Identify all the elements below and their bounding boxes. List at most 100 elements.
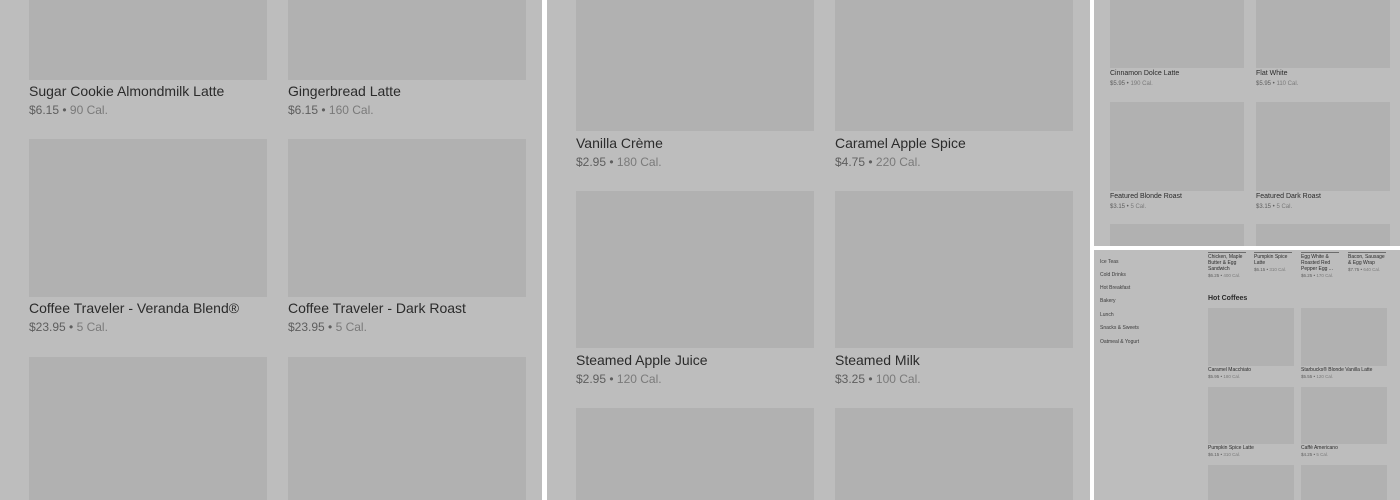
product-price: $23.95 bbox=[288, 320, 325, 334]
product-price-calories: $23.95 • 5 Cal. bbox=[29, 320, 108, 334]
product-price-calories: $6.15 • 160 Cal. bbox=[288, 103, 374, 117]
product-price: $2.95 bbox=[576, 155, 607, 169]
product-image[interactable] bbox=[29, 0, 267, 80]
sidebar-item-bakery[interactable]: Bakery bbox=[1100, 298, 1116, 304]
product-name[interactable]: Egg White & Roasted Red Pepper Egg ... bbox=[1301, 254, 1341, 272]
product-calories: 220 Cal. bbox=[875, 155, 921, 169]
product-calories: 110 Cal. bbox=[1276, 81, 1299, 87]
product-calories: 100 Cal. bbox=[875, 372, 921, 386]
item-divider bbox=[1301, 252, 1339, 253]
product-calories: 5 Cal. bbox=[76, 320, 108, 334]
menu-panel-seasonal: Sugar Cookie Almondmilk Latte $6.15 • 90… bbox=[0, 0, 542, 500]
product-image[interactable] bbox=[288, 0, 526, 80]
menu-panel-hot-drinks: Vanilla Crème $2.95 • 180 Cal. Caramel A… bbox=[547, 0, 1090, 500]
sidebar-item-lunch[interactable]: Lunch bbox=[1100, 312, 1114, 318]
product-name[interactable]: Steamed Apple Juice bbox=[576, 352, 708, 368]
product-image[interactable] bbox=[288, 357, 526, 500]
product-image[interactable] bbox=[1110, 224, 1244, 246]
product-price: $6.15 bbox=[288, 103, 319, 117]
product-price-calories: $23.95 • 5 Cal. bbox=[288, 320, 367, 334]
product-price-calories: $2.95 • 180 Cal. bbox=[576, 155, 662, 169]
product-name[interactable]: Flat White bbox=[1256, 70, 1288, 77]
product-name[interactable]: Vanilla Crème bbox=[576, 135, 663, 151]
product-image[interactable] bbox=[1301, 465, 1387, 500]
product-price-calories: $6.25 • 400 Cal. bbox=[1208, 273, 1241, 278]
product-name[interactable]: Chicken, Maple Butter & Egg Sandwich bbox=[1208, 254, 1248, 272]
product-price: $6.15 bbox=[1254, 267, 1266, 272]
product-price: $5.55 bbox=[1301, 374, 1313, 379]
product-price: $5.95 bbox=[1110, 81, 1126, 87]
product-image[interactable] bbox=[29, 139, 267, 297]
product-name[interactable]: Pumpkin Spice Latte bbox=[1208, 445, 1254, 451]
product-name[interactable]: Starbucks® Blonde Vanilla Latte bbox=[1301, 367, 1372, 373]
product-name[interactable]: Cinnamon Dolce Latte bbox=[1110, 70, 1179, 77]
product-image[interactable] bbox=[835, 408, 1073, 500]
product-calories: 400 Cal. bbox=[1223, 273, 1241, 278]
product-image[interactable] bbox=[29, 357, 267, 500]
product-price: $6.25 bbox=[1208, 273, 1220, 278]
sidebar-item-cold-drinks[interactable]: Cold Drinks bbox=[1100, 272, 1126, 278]
product-price-calories: $4.75 • 220 Cal. bbox=[835, 155, 921, 169]
product-name[interactable]: Bacon, Sausage & Egg Wrap bbox=[1348, 254, 1388, 266]
product-name[interactable]: Coffee Traveler - Veranda Blend® bbox=[29, 300, 239, 316]
product-image[interactable] bbox=[1256, 224, 1390, 246]
product-name[interactable]: Sugar Cookie Almondmilk Latte bbox=[29, 83, 224, 99]
product-price: $3.15 bbox=[1110, 204, 1126, 210]
product-image[interactable] bbox=[835, 0, 1073, 131]
product-name[interactable]: Steamed Milk bbox=[835, 352, 920, 368]
sidebar-item-hot-breakfast[interactable]: Hot Breakfast bbox=[1100, 285, 1130, 291]
product-image[interactable] bbox=[288, 139, 526, 297]
product-calories: 160 Cal. bbox=[328, 103, 374, 117]
product-name[interactable]: Pumpkin Spice Latte bbox=[1254, 254, 1294, 266]
product-price-calories: $6.25 • 170 Cal. bbox=[1301, 273, 1334, 278]
product-name[interactable]: Caffè Americano bbox=[1301, 445, 1338, 451]
menu-panel-overview: Ice Teas Cold Drinks Hot Breakfast Baker… bbox=[1094, 250, 1400, 500]
product-image[interactable] bbox=[1256, 102, 1390, 191]
product-price: $6.25 bbox=[1301, 273, 1313, 278]
product-image[interactable] bbox=[576, 408, 814, 500]
product-price: $4.25 bbox=[1301, 452, 1313, 457]
product-calories: 310 Cal. bbox=[1223, 452, 1241, 457]
product-image[interactable] bbox=[1301, 387, 1387, 444]
product-price: $3.25 bbox=[835, 372, 866, 386]
product-calories: 190 Cal. bbox=[1130, 81, 1153, 87]
product-image[interactable] bbox=[1208, 308, 1294, 366]
product-name[interactable]: Featured Blonde Roast bbox=[1110, 193, 1182, 200]
product-image[interactable] bbox=[835, 191, 1073, 348]
product-calories: 120 Cal. bbox=[1316, 374, 1334, 379]
product-name[interactable]: Caramel Apple Spice bbox=[835, 135, 966, 151]
product-price: $5.95 bbox=[1256, 81, 1272, 87]
product-price-calories: $4.25 • 5 Cal. bbox=[1301, 452, 1329, 457]
product-calories: 5 Cal. bbox=[335, 320, 367, 334]
product-name[interactable]: Caramel Macchiato bbox=[1208, 367, 1251, 373]
product-price-calories: $3.15 • 5 Cal. bbox=[1110, 204, 1147, 210]
menu-panel-lattes: Cinnamon Dolce Latte $5.95 • 190 Cal. Fl… bbox=[1094, 0, 1400, 246]
product-image[interactable] bbox=[1208, 387, 1294, 444]
product-image[interactable] bbox=[1301, 308, 1387, 366]
sidebar-item-snacks-sweets[interactable]: Snacks & Sweets bbox=[1100, 325, 1139, 331]
item-divider bbox=[1254, 252, 1292, 253]
product-image[interactable] bbox=[576, 191, 814, 348]
product-image[interactable] bbox=[1256, 0, 1390, 68]
product-price-calories: $5.55 • 120 Cal. bbox=[1301, 374, 1334, 379]
product-price: $5.95 bbox=[1208, 374, 1220, 379]
product-name[interactable]: Coffee Traveler - Dark Roast bbox=[288, 300, 466, 316]
product-image[interactable] bbox=[1110, 102, 1244, 191]
item-divider bbox=[1208, 252, 1246, 253]
product-price: $4.75 bbox=[835, 155, 866, 169]
product-price-calories: $6.15 • 310 Cal. bbox=[1208, 452, 1241, 457]
product-calories: 180 Cal. bbox=[616, 155, 662, 169]
product-name[interactable]: Featured Dark Roast bbox=[1256, 193, 1321, 200]
product-image[interactable] bbox=[1208, 465, 1294, 500]
product-image[interactable] bbox=[576, 0, 814, 131]
product-calories: 310 Cal. bbox=[1269, 267, 1287, 272]
product-price: $23.95 bbox=[29, 320, 66, 334]
sidebar-item-oatmeal-yogurt[interactable]: Oatmeal & Yogurt bbox=[1100, 339, 1139, 345]
product-image[interactable] bbox=[1110, 0, 1244, 68]
sidebar-item-ice-teas[interactable]: Ice Teas bbox=[1100, 259, 1119, 265]
product-name[interactable]: Gingerbread Latte bbox=[288, 83, 401, 99]
product-price-calories: $5.95 • 180 Cal. bbox=[1208, 374, 1241, 379]
item-divider bbox=[1348, 252, 1386, 253]
product-price-calories: $5.95 • 110 Cal. bbox=[1256, 81, 1299, 87]
product-calories: 5 Cal. bbox=[1130, 204, 1147, 210]
